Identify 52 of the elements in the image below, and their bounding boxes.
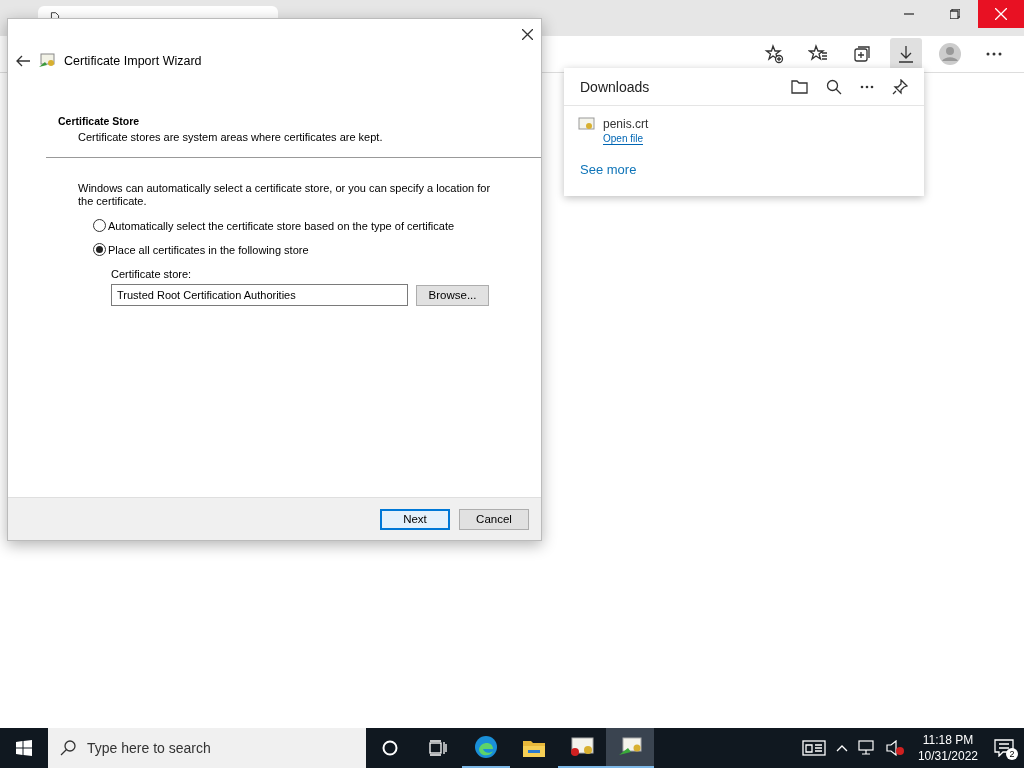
intro-text: Windows can automatically select a certificate store, or you can specify a location for the certificate.: [78, 182, 492, 208]
news-icon[interactable]: [801, 739, 826, 757]
windows-logo-icon[interactable]: [16, 740, 32, 756]
field-label: Certificate store:: [111, 268, 193, 280]
chevron-up-icon[interactable]: [835, 744, 848, 752]
window-title: Certificate Import Wizard: [64, 54, 202, 68]
task-view-icon[interactable]: [429, 740, 447, 756]
browser-icon: [474, 735, 498, 759]
certificate-file-icon: [578, 117, 595, 131]
notifications-icon[interactable]: [994, 739, 1014, 757]
radio-label[interactable]: Place all certificates in the following store: [108, 243, 309, 256]
see-more-link[interactable]: See more: [580, 162, 637, 177]
folder-icon[interactable]: [791, 79, 808, 94]
radio-button[interactable]: [93, 219, 106, 232]
section-description: Certificate stores are system areas where certificates are kept.: [78, 131, 384, 143]
radio-button[interactable]: [93, 243, 106, 256]
certificate-icon: [570, 737, 594, 757]
more-icon[interactable]: [860, 84, 874, 89]
downloads-button[interactable]: [890, 38, 922, 70]
circle-icon[interactable]: [382, 740, 398, 756]
folder-icon[interactable]: [523, 739, 545, 757]
search-field[interactable]: Type here to search: [48, 728, 366, 768]
collections-icon[interactable]: [852, 44, 872, 64]
date-text: 10/31/2022: [917, 748, 978, 764]
search-icon[interactable]: [826, 78, 842, 95]
section-heading: Certificate Store: [58, 115, 141, 127]
taskbar-button[interactable]: [606, 728, 654, 768]
certificate-store-field[interactable]: Trusted Root Certification Authorities: [111, 284, 408, 306]
search-icon: [60, 740, 76, 756]
back-arrow-icon[interactable]: [16, 55, 30, 67]
muted-speaker-icon[interactable]: [885, 740, 904, 756]
network-icon[interactable]: [857, 740, 876, 756]
clock[interactable]: 11:18 PM 10/31/2022: [911, 732, 984, 764]
add-favorite-icon[interactable]: [764, 44, 784, 64]
download-icon: [896, 44, 916, 64]
close-icon[interactable]: [522, 28, 533, 40]
radio-label[interactable]: Automatically select the certificate store based on the type of certificate: [108, 219, 455, 232]
certificate-icon: [38, 53, 56, 69]
certificate-icon: [618, 737, 642, 757]
cancel-button[interactable]: Cancel: [459, 508, 529, 530]
open-file-link[interactable]: Open file: [603, 133, 644, 145]
more-icon[interactable]: [986, 52, 1002, 56]
profile-icon[interactable]: [938, 42, 962, 66]
pin-icon[interactable]: [892, 78, 908, 95]
close-icon: [995, 8, 1007, 20]
file-name: penis.crt: [603, 117, 649, 131]
restore-icon[interactable]: [950, 9, 960, 19]
browse-button[interactable]: Browse...: [416, 284, 489, 306]
next-button[interactable]: Next: [380, 508, 450, 530]
notification-count: 2: [1006, 748, 1018, 760]
time-text: 11:18 PM: [922, 732, 974, 748]
flyout-title: Downloads: [580, 78, 651, 95]
